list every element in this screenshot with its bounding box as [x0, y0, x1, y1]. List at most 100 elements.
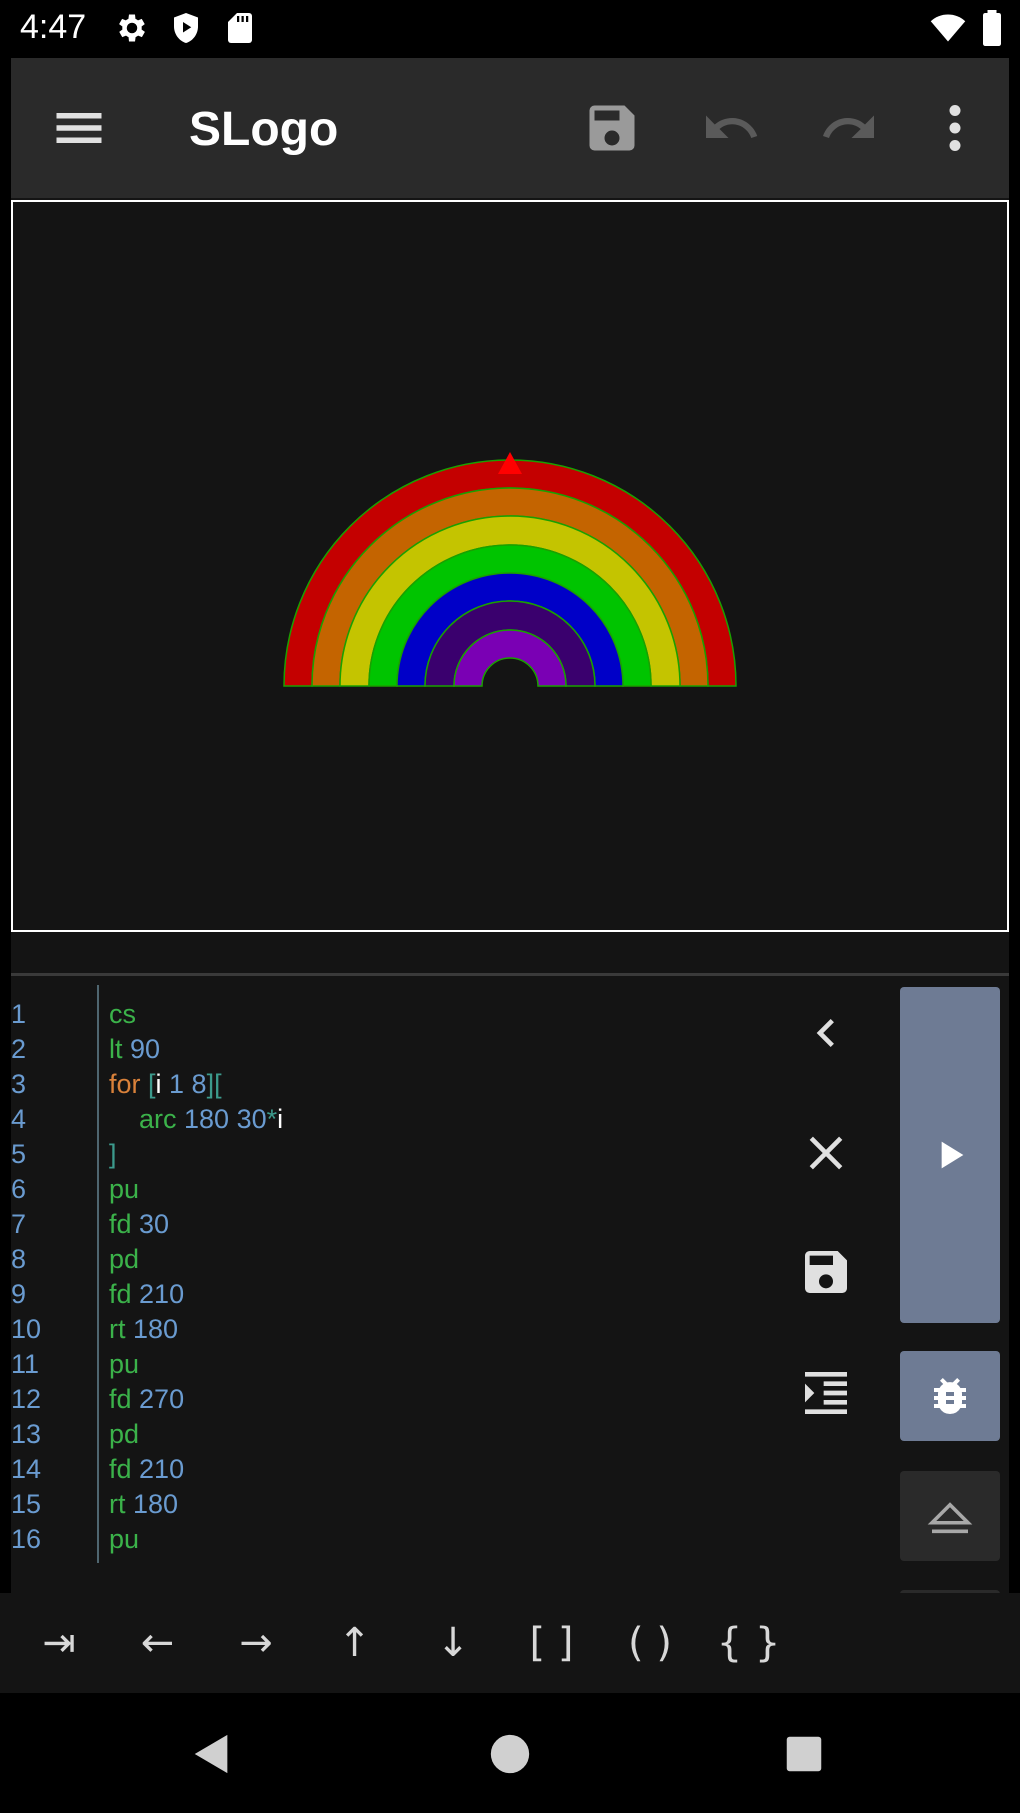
undo-icon[interactable]: [701, 98, 761, 158]
line-number: 15: [11, 1489, 42, 1519]
code-token: pu: [109, 1174, 140, 1204]
code-token: cs: [109, 999, 136, 1029]
curly-braces-key-label: { }: [716, 1620, 781, 1666]
code-token: 270: [131, 1384, 185, 1414]
eject-icon: [927, 1502, 973, 1534]
shield-play-icon: [174, 13, 198, 43]
wifi-icon: [930, 14, 966, 42]
code-line[interactable]: lt 90: [109, 1032, 160, 1067]
code-line[interactable]: rt 180: [109, 1312, 178, 1347]
line-number: 7: [11, 1209, 27, 1239]
code-line[interactable]: pu: [109, 1172, 139, 1207]
code-line[interactable]: fd 30: [109, 1207, 169, 1242]
code-editor[interactable]: cs lt 90 for [i 1 8][ arc 180 30*i] pu fd 30…: [109, 985, 789, 1563]
sd-card-icon: [228, 13, 252, 43]
code-line[interactable]: pu: [109, 1347, 139, 1382]
line-number: 17: [11, 1557, 41, 1563]
code-token: rt: [109, 1489, 126, 1519]
symbol-key-bar: ⇥ ← → ↑ ↓ [ ] ( ) { }: [0, 1593, 1020, 1693]
menu-icon[interactable]: [49, 98, 109, 158]
curly-braces-key[interactable]: { }: [704, 1593, 794, 1693]
code-line[interactable]: pd: [109, 1417, 139, 1452]
code-token: 210: [131, 1279, 185, 1309]
line-number: 12: [11, 1384, 42, 1414]
editor-divider: [11, 973, 1009, 976]
line-number: 16: [11, 1524, 42, 1554]
code-token: *: [266, 1104, 278, 1134]
back-icon[interactable]: [189, 1731, 235, 1777]
code-token: 30: [131, 1209, 170, 1239]
app-title: SLogo: [189, 103, 339, 156]
down-arrow-key[interactable]: ↓: [408, 1593, 498, 1693]
left-arrow-key[interactable]: ←: [113, 1593, 203, 1693]
line-number: 2: [11, 1034, 27, 1064]
code-line[interactable]: for [i 1 8][: [109, 1067, 222, 1102]
save-icon[interactable]: [582, 98, 642, 158]
code-token: 1 8: [161, 1069, 207, 1099]
code-token: pu: [109, 1349, 140, 1379]
code-line[interactable]: fd 210: [109, 1452, 184, 1487]
status-time: 4:47: [20, 8, 87, 46]
code-token: arc: [109, 1104, 177, 1134]
parentheses-key[interactable]: ( ): [605, 1593, 695, 1693]
code-token: fd: [109, 1454, 132, 1484]
run-icon: [941, 1141, 964, 1169]
code-line[interactable]: pu: [109, 1522, 139, 1557]
tab-key[interactable]: ⇥: [14, 1593, 104, 1693]
code-line[interactable]: rt 180: [109, 1487, 178, 1522]
code-line[interactable]: fd 210: [109, 1277, 184, 1312]
code-token: for: [109, 1069, 141, 1099]
debug-button[interactable]: [900, 1351, 1000, 1441]
code-line[interactable]: ]: [109, 1137, 117, 1172]
code-token: 240: [132, 1559, 184, 1563]
recents-icon[interactable]: [781, 1731, 827, 1777]
code-token: fd: [109, 1384, 132, 1414]
debug-icon: [934, 1378, 966, 1415]
up-arrow-key[interactable]: ↑: [310, 1593, 400, 1693]
battery-icon: [983, 10, 1001, 46]
square-brackets-key[interactable]: [ ]: [507, 1593, 597, 1693]
line-number: 8: [11, 1244, 27, 1274]
square-brackets-key-label: [ ]: [529, 1620, 574, 1666]
code-token: 90: [122, 1034, 161, 1064]
status-bar: 4:47: [0, 0, 1020, 58]
code-token: 180 30: [176, 1104, 267, 1134]
code-line[interactable]: pd: [109, 1242, 139, 1277]
home-icon[interactable]: [487, 1731, 533, 1777]
line-number: 14: [11, 1454, 42, 1484]
line-number: 1: [11, 999, 27, 1029]
code-token: 180: [125, 1314, 179, 1344]
run-button[interactable]: [900, 987, 1000, 1323]
save-icon[interactable]: [798, 1244, 854, 1300]
left-arrow-key-label: ←: [140, 1620, 175, 1666]
line-number: 6: [11, 1174, 27, 1204]
indent-icon[interactable]: [798, 1365, 854, 1421]
code-line[interactable]: fd 270: [109, 1382, 184, 1417]
navigation-bar: [0, 1693, 1020, 1813]
code-line[interactable]: arc 180 30*i: [109, 1102, 283, 1137]
redo-icon[interactable]: [819, 98, 879, 158]
code-token: 210: [131, 1454, 185, 1484]
code-line[interactable]: fd 240: [109, 1557, 184, 1563]
line-number: 4: [11, 1104, 27, 1134]
code-token: 180: [125, 1489, 179, 1519]
code-line[interactable]: cs: [109, 997, 136, 1032]
right-arrow-key[interactable]: →: [211, 1593, 301, 1693]
line-number: 3: [11, 1069, 27, 1099]
app-bar: SLogo: [11, 58, 1009, 198]
code-token: fd: [109, 1209, 132, 1239]
code-token: rt: [109, 1314, 126, 1344]
code-token: fd: [109, 1279, 132, 1309]
line-number: 11: [11, 1349, 40, 1379]
eject-button[interactable]: [900, 1471, 1000, 1561]
line-number: 5: [11, 1139, 27, 1169]
up-arrow-key-label: ↑: [337, 1620, 372, 1666]
line-number-gutter: 1234567891011121314151617: [11, 985, 99, 1563]
close-icon[interactable]: [798, 1125, 854, 1181]
chevron-left-icon[interactable]: [798, 1005, 854, 1061]
turtle-canvas[interactable]: [11, 200, 1009, 932]
code-token: ][: [206, 1069, 222, 1099]
gear-icon: [119, 14, 145, 42]
more-vert-icon[interactable]: [925, 98, 985, 158]
code-token: fd: [109, 1559, 132, 1563]
